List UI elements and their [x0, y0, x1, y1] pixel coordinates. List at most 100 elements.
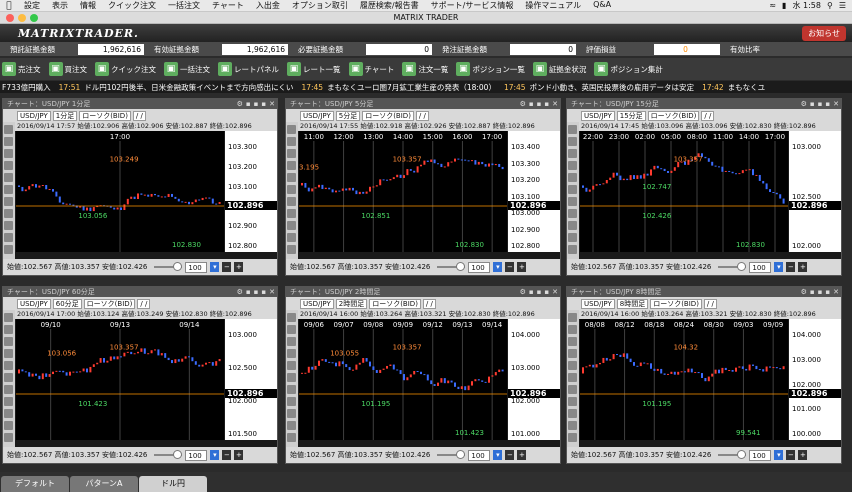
- zoom-slider[interactable]: [154, 450, 183, 459]
- menu-item[interactable]: オプション取引: [286, 0, 354, 11]
- minimize-icon[interactable]: [18, 14, 26, 22]
- lock-icon[interactable]: ▪: [529, 287, 534, 297]
- expand-icon[interactable]: ▪: [261, 99, 266, 109]
- chart-tool-icon[interactable]: [568, 161, 577, 170]
- period-select[interactable]: 1分足: [52, 110, 78, 121]
- zoom-in-button[interactable]: +: [517, 450, 527, 460]
- chart-tool-icon[interactable]: [4, 185, 13, 194]
- gear-icon[interactable]: ⚙: [237, 99, 243, 109]
- menu-item[interactable]: 入出金: [250, 0, 286, 11]
- zoom-icon[interactable]: [30, 14, 38, 22]
- news-text[interactable]: ドル円102円後半、日米金融政策イベントまで方向感出にくい: [84, 82, 293, 93]
- close-icon[interactable]: ✕: [833, 287, 839, 297]
- date-input[interactable]: / /: [422, 298, 436, 309]
- chart-tool-icon[interactable]: [568, 349, 577, 358]
- candlestick-chart[interactable]: 09/10 09/13 09/14 103.357 103.056 101.423: [16, 319, 224, 440]
- zoom-out-button[interactable]: −: [505, 450, 515, 460]
- zoom-slider[interactable]: [718, 262, 747, 271]
- toolbar-button[interactable]: ▣ 売注文: [2, 62, 47, 76]
- zoom-input[interactable]: 100: [749, 261, 772, 273]
- toolbar-button[interactable]: ▣ 証拠金状況: [532, 62, 593, 76]
- date-input[interactable]: / /: [132, 110, 146, 121]
- chart-tool-icon[interactable]: [4, 209, 13, 218]
- slider-knob[interactable]: [456, 262, 466, 271]
- lock-icon[interactable]: ▪: [810, 287, 815, 297]
- period-select[interactable]: 2時間足: [335, 298, 368, 309]
- currency-pair-select[interactable]: USD/JPY: [17, 298, 51, 309]
- chart-type-select[interactable]: ローソク(BID): [647, 110, 700, 121]
- slider-knob[interactable]: [173, 262, 183, 271]
- news-text[interactable]: F733億円購入: [0, 82, 51, 93]
- expand-icon[interactable]: ▪: [544, 287, 549, 297]
- zoom-out-button[interactable]: −: [222, 450, 232, 460]
- menu-item[interactable]: Q&A: [587, 0, 617, 11]
- chart-tool-icon[interactable]: [287, 325, 296, 334]
- chart-tool-icon[interactable]: [287, 245, 296, 254]
- chart-tool-icon[interactable]: [287, 433, 296, 442]
- zoom-dropdown[interactable]: ▾: [493, 262, 503, 272]
- toolbar-button[interactable]: ▣ 注文一覧: [402, 62, 454, 76]
- period-select[interactable]: 5分足: [335, 110, 361, 121]
- toolbar-button[interactable]: ▣ クイック注文: [95, 62, 162, 76]
- date-input[interactable]: / /: [703, 298, 717, 309]
- wifi-icon[interactable]: ≈: [769, 1, 776, 10]
- chart-tool-icon[interactable]: [568, 125, 577, 134]
- news-text[interactable]: まもなくユーロ圏7月鉱工業生産の発表（18:00）: [327, 82, 496, 93]
- chart-tool-icon[interactable]: [287, 361, 296, 370]
- chart-tool-icon[interactable]: [568, 233, 577, 242]
- chart-tool-icon[interactable]: [287, 209, 296, 218]
- menu-item[interactable]: チャート: [206, 0, 250, 11]
- candlestick-chart[interactable]: 11:00 12:00 13:00 14:00 15:00 16:00 17:00 103.3…: [299, 131, 507, 252]
- close-icon[interactable]: [6, 14, 14, 22]
- zoom-in-button[interactable]: +: [234, 262, 244, 272]
- zoom-dropdown[interactable]: ▾: [774, 262, 784, 272]
- zoom-dropdown[interactable]: ▾: [493, 450, 503, 460]
- chart-tool-icon[interactable]: [568, 421, 577, 430]
- date-input[interactable]: / /: [701, 110, 715, 121]
- menu-item[interactable]: 履歴検索/報告書: [354, 0, 425, 11]
- toolbar-button[interactable]: ▣ ポジション集計: [594, 62, 669, 76]
- zoom-dropdown[interactable]: ▾: [774, 450, 784, 460]
- period-select[interactable]: 8時間足: [616, 298, 649, 309]
- chart-tool-icon[interactable]: [4, 197, 13, 206]
- chart-tool-icon[interactable]: [4, 161, 13, 170]
- zoom-out-button[interactable]: −: [786, 262, 796, 272]
- slider-knob[interactable]: [173, 450, 183, 459]
- zoom-slider[interactable]: [154, 262, 183, 271]
- chart-tool-icon[interactable]: [568, 337, 577, 346]
- period-select[interactable]: 60分足: [52, 298, 82, 309]
- chart-tool-icon[interactable]: [4, 313, 13, 322]
- zoom-slider[interactable]: [718, 450, 747, 459]
- zoom-slider[interactable]: [437, 262, 466, 271]
- currency-pair-select[interactable]: USD/JPY: [300, 110, 334, 121]
- chart-type-select[interactable]: ローソク(BID): [369, 298, 421, 309]
- chart-tool-icon[interactable]: [287, 173, 296, 182]
- chart-tool-icon[interactable]: [4, 361, 13, 370]
- expand-icon[interactable]: ▪: [544, 99, 549, 109]
- apple-icon[interactable]: : [0, 1, 18, 11]
- tab-1[interactable]: パターンA: [70, 476, 138, 492]
- chart-tool-icon[interactable]: [287, 421, 296, 430]
- chart-tool-icon[interactable]: [4, 221, 13, 230]
- gear-icon[interactable]: ⚙: [520, 99, 526, 109]
- close-icon[interactable]: ✕: [269, 99, 275, 109]
- slider-knob[interactable]: [737, 450, 747, 459]
- zoom-in-button[interactable]: +: [798, 450, 808, 460]
- chart-type-select[interactable]: ローソク(BID): [79, 110, 131, 121]
- chart-tool-icon[interactable]: [568, 313, 577, 322]
- chart-tool-icon[interactable]: [568, 197, 577, 206]
- zoom-input[interactable]: 100: [185, 261, 208, 273]
- pin-icon[interactable]: ▪: [537, 99, 542, 109]
- chart-tool-icon[interactable]: [568, 397, 577, 406]
- chart-tool-icon[interactable]: [287, 125, 296, 134]
- lock-icon[interactable]: ▪: [246, 287, 251, 297]
- chart-tool-icon[interactable]: [4, 421, 13, 430]
- menu-item[interactable]: クイック注文: [102, 0, 162, 11]
- menu-item[interactable]: サポート/サービス情報: [425, 0, 520, 11]
- candlestick-chart[interactable]: 17:00 103.249 103.056 102.830: [16, 131, 224, 252]
- chart-tool-icon[interactable]: [287, 349, 296, 358]
- chart-tool-icon[interactable]: [287, 337, 296, 346]
- chart-tool-icon[interactable]: [568, 221, 577, 230]
- toolbar-button[interactable]: ▣ ポジション一覧: [456, 62, 531, 76]
- chart-tool-icon[interactable]: [287, 185, 296, 194]
